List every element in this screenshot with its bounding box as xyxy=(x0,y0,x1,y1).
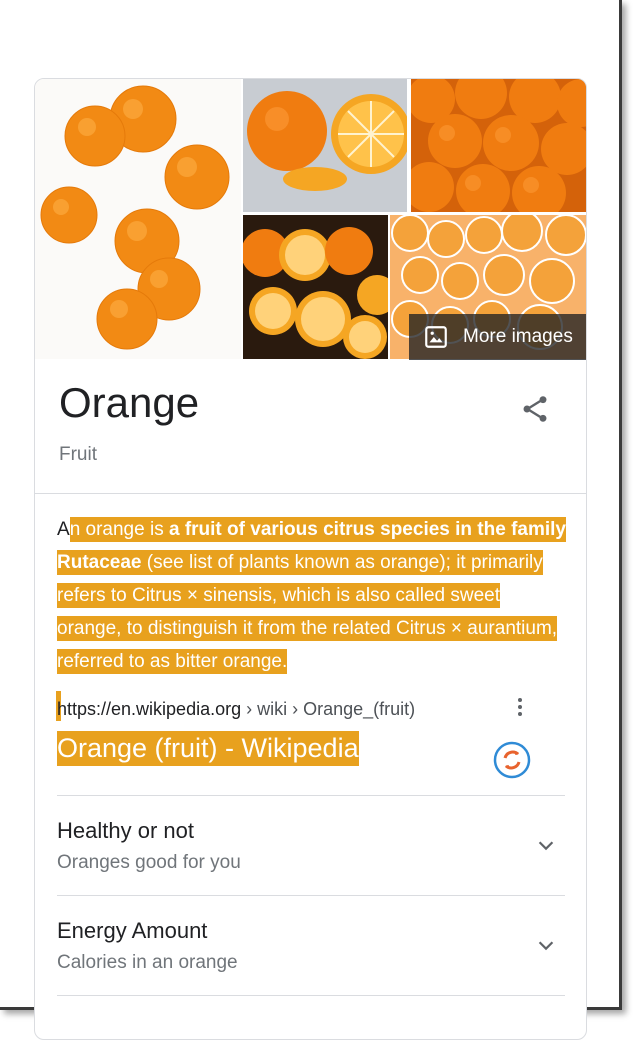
description-lead: A xyxy=(57,519,70,540)
more-images-label: More images xyxy=(463,326,573,347)
entity-header: Orange Fruit xyxy=(35,359,586,494)
orange-image-3[interactable] xyxy=(411,79,586,212)
orange-image-4[interactable] xyxy=(243,215,388,359)
accordion-healthy[interactable]: Healthy or not Oranges good for you xyxy=(57,795,565,894)
share-icon[interactable] xyxy=(519,393,551,425)
description-highlight: n orange is a fruit of various citrus sp… xyxy=(57,517,566,674)
entity-description: An orange is a fruit of various citrus s… xyxy=(57,513,567,678)
source-url[interactable]: https://en.wikipedia.org › wiki › Orange… xyxy=(57,699,415,720)
chevron-down-icon xyxy=(535,934,557,956)
accordion-heading: Energy Amount xyxy=(57,918,208,943)
entity-subtitle: Fruit xyxy=(59,444,97,465)
divider xyxy=(57,995,565,996)
accordion-energy[interactable]: Energy Amount Calories in an orange xyxy=(57,895,565,994)
refresh-icon[interactable] xyxy=(493,741,531,779)
image-gallery: More images xyxy=(35,79,586,360)
entity-title: Orange xyxy=(59,379,200,426)
accordion-subheading: Oranges good for you xyxy=(57,852,241,873)
source-link-title[interactable]: Orange (fruit) - Wikipedia xyxy=(57,731,359,766)
accordion-subheading: Calories in an orange xyxy=(57,952,238,973)
orange-image-2[interactable] xyxy=(243,79,407,212)
chevron-down-icon xyxy=(535,834,557,856)
source-breadcrumb: › wiki › Orange_(fruit) xyxy=(241,699,416,719)
orange-image-1[interactable] xyxy=(35,79,241,359)
source-row: https://en.wikipedia.org › wiki › Orange… xyxy=(56,691,567,725)
description-part1: n orange is xyxy=(69,519,169,540)
source-domain: https://en.wikipedia.org xyxy=(57,699,242,719)
image-icon xyxy=(423,324,449,350)
more-images-button[interactable]: More images xyxy=(409,314,586,360)
knowledge-panel: More images Orange Fruit An orange is a … xyxy=(34,78,587,1040)
accordion-heading: Healthy or not xyxy=(57,818,194,843)
more-vert-icon[interactable] xyxy=(515,695,525,721)
